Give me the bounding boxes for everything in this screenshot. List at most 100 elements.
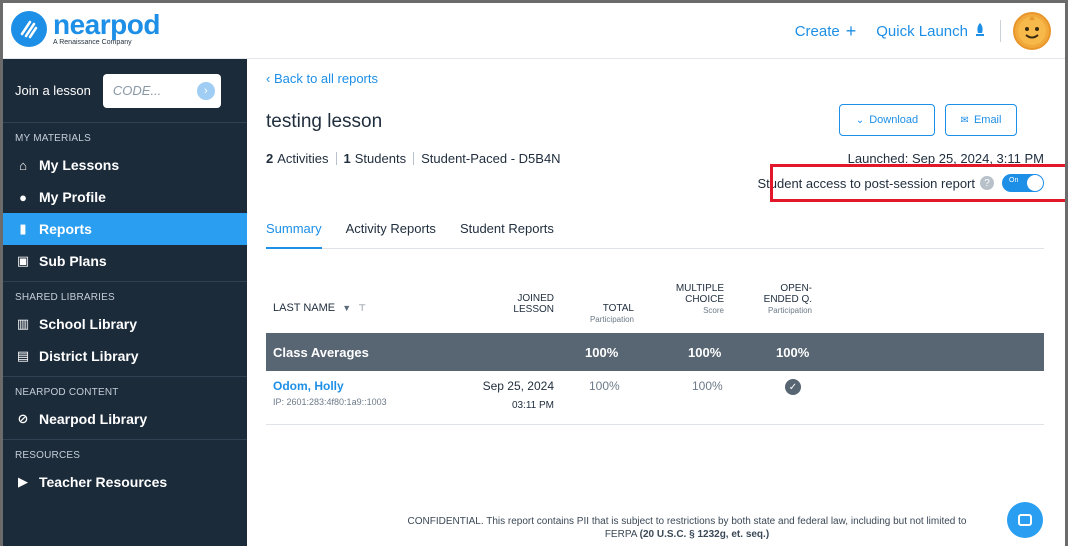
shared-libraries-section: SHARED LIBRARIES ▥ School Library ▤ Dist… xyxy=(3,282,247,377)
plus-icon: + xyxy=(845,20,857,41)
logo-icon xyxy=(11,11,47,47)
column-header-last-name[interactable]: LAST NAME ▼ ⊤ xyxy=(273,303,366,314)
column-label: OPEN- xyxy=(780,283,812,294)
column-sublabel: Participation xyxy=(589,315,634,324)
sidebar-item-label: District Library xyxy=(39,348,139,364)
sidebar-item-label: Nearpod Library xyxy=(39,411,148,427)
average-total: 100% xyxy=(585,345,619,360)
sidebar-item-sub-plans[interactable]: ▣ Sub Plans xyxy=(3,245,247,277)
column-label: JOINED xyxy=(517,293,554,304)
sidebar-item-label: School Library xyxy=(39,316,138,332)
joined-time: 03:11 PM xyxy=(511,400,554,411)
section-label-resources: RESOURCES xyxy=(15,449,81,461)
email-button[interactable]: ✉ Email xyxy=(945,104,1017,136)
nearpod-content-section: NEARPOD CONTENT ⊘ Nearpod Library xyxy=(3,377,247,440)
tab-student-reports[interactable]: Student Reports xyxy=(460,221,554,249)
sidebar-item-label: Teacher Resources xyxy=(39,474,168,490)
school-icon: ▥ xyxy=(16,316,30,331)
top-header: nearpod A Renaissance Company Create + Q… xyxy=(3,3,1065,59)
bar-chart-icon: ▮ xyxy=(19,221,27,236)
report-main: ‹ Back to all reports testing lesson ⌄ D… xyxy=(247,59,1065,546)
column-sublabel: Participation xyxy=(767,306,812,315)
sidebar-item-nearpod-library[interactable]: ⊘ Nearpod Library xyxy=(3,403,247,435)
chevron-left-icon: ‹ xyxy=(266,71,274,86)
chat-icon xyxy=(1018,514,1032,526)
report-tabs: Summary Activity Reports Student Reports xyxy=(266,221,1044,249)
filter-icon[interactable]: ⊤ xyxy=(358,303,366,313)
chat-button[interactable] xyxy=(1007,502,1043,538)
join-code-placeholder: CODE... xyxy=(112,83,162,98)
play-icon: ▶ xyxy=(18,474,28,489)
section-label-my-materials: MY MATERIALS xyxy=(15,132,91,144)
sidebar-item-my-lessons[interactable]: ⌂ My Lessons xyxy=(3,149,247,181)
column-label: LESSON xyxy=(513,304,554,315)
compass-icon: ⊘ xyxy=(17,411,29,426)
students-count: 1 xyxy=(343,151,351,166)
download-button[interactable]: ⌄ Download xyxy=(839,104,935,136)
create-label: Create xyxy=(794,22,840,40)
average-oe: 100% xyxy=(776,345,810,360)
logo-subtitle: A Renaissance Company xyxy=(53,39,132,46)
column-label: CHOICE xyxy=(685,294,724,305)
column-label: MULTIPLE xyxy=(675,283,724,294)
table-row: Odom, Holly IP: 2601:283:4f80:1a9::1003 … xyxy=(266,371,1044,425)
student-ip: IP: 2601:283:4f80:1a9::1003 xyxy=(273,397,387,407)
column-header-joined: JOINED LESSON xyxy=(513,293,554,315)
back-label: Back to all reports xyxy=(273,71,378,86)
highlight-box xyxy=(770,164,1065,202)
sidebar-item-reports[interactable]: ▮ Reports xyxy=(3,213,247,245)
column-header-multiple-choice: MULTIPLE CHOICE Score xyxy=(676,283,724,316)
app-window: nearpod A Renaissance Company Create + Q… xyxy=(0,0,1068,546)
mc-score-cell: 100% xyxy=(692,379,723,393)
sidebar-item-label: My Lessons xyxy=(39,157,120,173)
logo-word: nearpod xyxy=(53,9,160,40)
create-button[interactable]: Create + xyxy=(795,21,857,42)
header-actions: Create + Quick Launch xyxy=(775,12,1051,50)
sidebar-item-school-library[interactable]: ▥ School Library xyxy=(3,308,247,340)
tab-activity-reports[interactable]: Activity Reports xyxy=(346,221,436,249)
arrow-right-icon[interactable]: › xyxy=(196,81,215,100)
meta-divider xyxy=(413,152,415,165)
building-icon: ▤ xyxy=(16,348,30,363)
person-icon: ● xyxy=(19,189,27,205)
tab-summary[interactable]: Summary xyxy=(266,221,322,249)
section-label-shared-libraries: SHARED LIBRARIES xyxy=(15,291,115,303)
joined-lesson-cell: Sep 25, 2024 03:11 PM xyxy=(483,379,554,413)
logo-text: nearpod A Renaissance Company xyxy=(53,9,160,47)
sidebar-item-label: Reports xyxy=(39,221,92,237)
sidebar: Join a lesson CODE... › MY MATERIALS ⌂ M… xyxy=(3,59,247,546)
quick-launch-label: Quick Launch xyxy=(876,22,968,40)
activities-label: Activities xyxy=(277,151,329,166)
sort-down-icon[interactable]: ▼ xyxy=(342,303,351,313)
section-label-nearpod-content: NEARPOD CONTENT xyxy=(15,386,119,398)
join-lesson-label: Join a lesson xyxy=(15,83,91,98)
table-header: LAST NAME ▼ ⊤ JOINED LESSON TOTAL Partic… xyxy=(266,281,1044,331)
sub-plans-icon: ▣ xyxy=(16,253,30,268)
sidebar-item-label: Sub Plans xyxy=(39,253,107,269)
sidebar-item-teacher-resources[interactable]: ▶ Teacher Resources xyxy=(3,466,247,498)
quick-launch-button[interactable]: Quick Launch xyxy=(876,22,986,40)
rocket-icon xyxy=(974,22,986,40)
column-sublabel: Score xyxy=(703,306,724,315)
confidential-citation: (20 U.S.C. § 1232g, et. seq.) xyxy=(639,529,770,540)
sidebar-item-district-library[interactable]: ▤ District Library xyxy=(3,340,247,372)
page-title: testing lesson xyxy=(266,111,383,132)
join-lesson-bar: Join a lesson CODE... › xyxy=(3,59,247,123)
checkmark-icon: ✓ xyxy=(785,379,801,395)
my-materials-section: MY MATERIALS ⌂ My Lessons ● My Profile ▮… xyxy=(3,123,247,282)
nearpod-logo[interactable]: nearpod A Renaissance Company xyxy=(11,11,160,47)
class-averages-label: Class Averages xyxy=(273,345,369,360)
join-code-input[interactable]: CODE... › xyxy=(102,73,221,108)
envelope-icon: ✉ xyxy=(960,114,969,126)
total-participation-cell: 100% xyxy=(589,379,620,393)
class-averages-row: Class Averages 100% 100% 100% xyxy=(266,333,1044,371)
sidebar-item-label: My Profile xyxy=(39,189,106,205)
column-label: TOTAL xyxy=(602,303,634,314)
chevron-down-icon: ⌄ xyxy=(855,114,865,126)
sidebar-item-my-profile[interactable]: ● My Profile xyxy=(3,181,247,213)
user-avatar[interactable] xyxy=(1013,12,1051,50)
student-name-link[interactable]: Odom, Holly xyxy=(273,379,344,393)
email-label: Email xyxy=(973,114,1002,126)
back-to-reports-link[interactable]: ‹ Back to all reports xyxy=(266,71,378,86)
column-label: LAST NAME xyxy=(273,302,336,314)
